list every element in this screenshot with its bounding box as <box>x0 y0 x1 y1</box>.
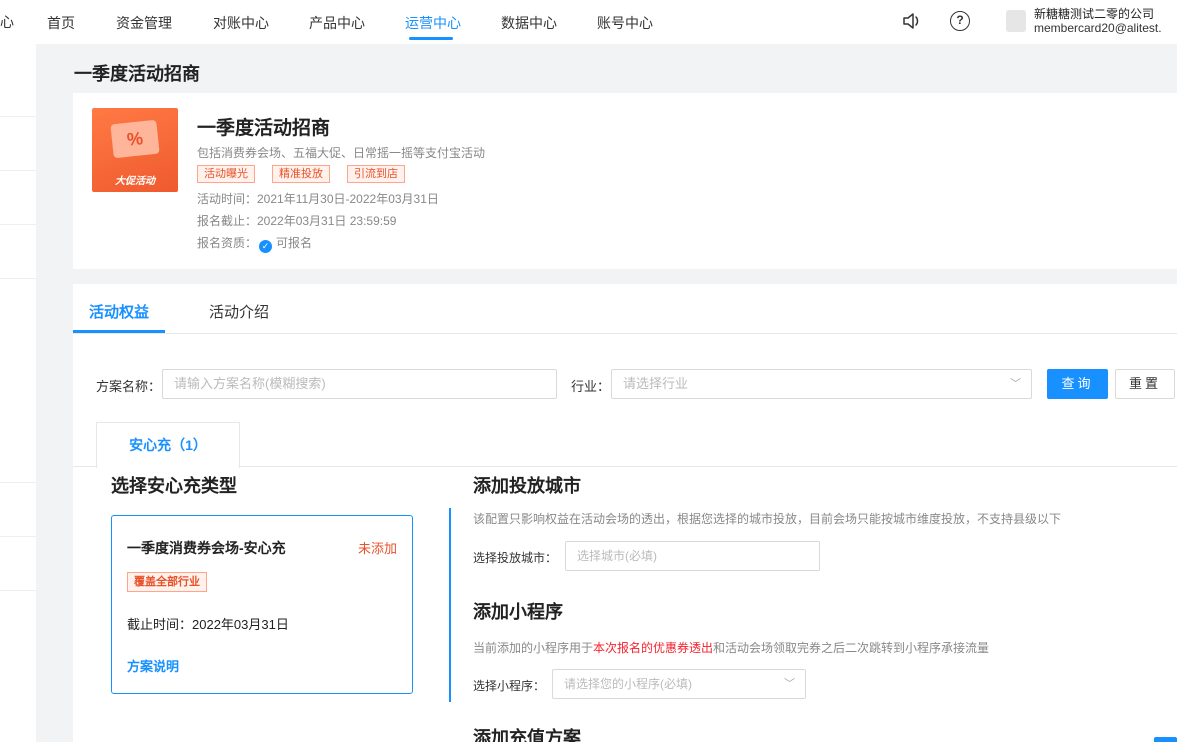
plan-description-link[interactable]: 方案说明 <box>127 656 179 675</box>
floating-button-edge[interactable] <box>1154 737 1177 742</box>
activity-time: 活动时间：2021年11月30日-2022年03月31日 <box>197 192 439 206</box>
type-section-title: 选择安心充类型 <box>111 476 237 496</box>
activity-description: 包括消费券会场、五福大促、日常摇一摇等支付宝活动 <box>197 146 486 160</box>
avatar[interactable] <box>1006 10 1026 32</box>
mini-program-placeholder: 请选择您的小程序(必填) <box>564 677 692 691</box>
top-nav: 心 首页 资金管理 对账中心 产品中心 运营中心 数据中心 账号中心 ? 新糖糖… <box>0 0 1177 44</box>
query-button[interactable]: 查询 <box>1047 369 1108 399</box>
nav-item-funds[interactable]: 资金管理 <box>116 13 172 33</box>
sidebar-divider <box>0 170 36 171</box>
tab-activity-benefits[interactable]: 活动权益 <box>89 301 149 322</box>
sidebar <box>0 44 36 742</box>
tab-divider <box>73 333 1177 334</box>
sidebar-divider <box>0 590 36 591</box>
plan-status: 未添加 <box>357 541 397 556</box>
mini-program-label: 选择小程序： <box>473 679 546 693</box>
industry-select[interactable]: 请选择行业 ﹀ <box>611 369 1032 399</box>
sidebar-divider <box>0 278 36 279</box>
activity-thumbnail: % 大促活动 <box>92 108 178 192</box>
activity-tag: 活动曝光 <box>197 165 255 183</box>
nav-item-products[interactable]: 产品中心 <box>309 13 365 33</box>
page-title: 一季度活动招商 <box>74 64 200 84</box>
hint-suffix: 和活动会场领取完券之后二次跳转到小程序承接流量 <box>713 641 990 655</box>
help-icon[interactable]: ? <box>950 11 970 31</box>
main-panel: 活动权益 活动介绍 方案名称： 请输入方案名称(模糊搜索) 行业： 请选择行业 … <box>73 284 1177 742</box>
industry-coverage-tag: 覆盖全部行业 <box>127 572 207 592</box>
nav-item-operations[interactable]: 运营中心 <box>405 13 461 33</box>
sound-icon[interactable] <box>902 12 922 30</box>
industry-label: 行业： <box>571 379 611 394</box>
plan-name-input[interactable]: 请输入方案名称(模糊搜索) <box>162 369 557 399</box>
logo-fragment: 心 <box>0 14 14 30</box>
hint-highlight: 本次报名的优惠券透出 <box>593 641 714 655</box>
company-name: 新糖糖测试二零的公司 <box>1034 7 1155 21</box>
check-circle-icon: ✓ <box>259 240 273 253</box>
tab-activity-intro[interactable]: 活动介绍 <box>209 301 269 322</box>
qualification-value: 可报名 <box>276 236 313 250</box>
account-email: membercard20@alitest. <box>1034 21 1162 35</box>
hint-prefix: 当前添加的小程序用于 <box>473 641 594 655</box>
nav-item-home[interactable]: 首页 <box>47 13 75 33</box>
registration-qualification: 报名资质： ✓ 可报名 <box>197 234 312 253</box>
plan-deadline: 截止时间：2022年03月31日 <box>127 617 289 632</box>
nav-item-reconciliation[interactable]: 对账中心 <box>213 13 269 33</box>
reset-button[interactable]: 重置 <box>1115 369 1175 399</box>
nav-item-data[interactable]: 数据中心 <box>501 13 557 33</box>
chevron-down-icon: ﹀ <box>1010 378 1021 390</box>
coupon-icon: % <box>110 119 160 159</box>
qualification-label: 报名资质： <box>197 236 258 250</box>
chevron-down-icon: ﹀ <box>784 678 795 690</box>
mini-program-select[interactable]: 请选择您的小程序(必填) ﹀ <box>552 669 806 699</box>
city-select[interactable]: 选择城市(必填) <box>565 541 820 571</box>
activity-title: 一季度活动招商 <box>197 118 331 139</box>
registration-deadline: 报名截止：2022年03月31日 23:59:59 <box>197 214 397 228</box>
nav-active-indicator <box>409 37 453 40</box>
plan-type-name: 一季度消费券会场-安心充 <box>127 540 286 556</box>
nav-item-account[interactable]: 账号中心 <box>597 13 653 33</box>
plan-name-label: 方案名称： <box>96 379 162 394</box>
section-divider <box>449 508 451 702</box>
sidebar-divider <box>0 116 36 117</box>
city-label: 选择投放城市： <box>473 551 558 565</box>
sidebar-divider <box>0 536 36 537</box>
plan-type-card[interactable]: 一季度消费券会场-安心充 未添加 覆盖全部行业 截止时间：2022年03月31日… <box>111 515 413 694</box>
activity-tag: 引流到店 <box>347 165 405 183</box>
mini-program-hint: 当前添加的小程序用于本次报名的优惠券透出和活动会场领取完券之后二次跳转到小程序承… <box>473 639 989 656</box>
activity-tag: 精准投放 <box>272 165 330 183</box>
industry-placeholder: 请选择行业 <box>623 376 689 391</box>
subtab-anxinchong[interactable]: 安心充（1） <box>96 422 240 468</box>
city-section-title: 添加投放城市 <box>473 476 581 496</box>
thumbnail-label: 大促活动 <box>115 176 155 187</box>
recharge-section-title: 添加充值方案 <box>473 728 581 742</box>
sidebar-divider <box>0 482 36 483</box>
sidebar-divider <box>0 224 36 225</box>
mini-program-section-title: 添加小程序 <box>473 602 563 622</box>
activity-card: % 大促活动 一季度活动招商 包括消费券会场、五福大促、日常摇一摇等支付宝活动 … <box>73 93 1177 269</box>
city-hint: 该配置只影响权益在活动会场的透出，根据您选择的城市投放，目前会场只能按城市维度投… <box>473 512 1062 526</box>
